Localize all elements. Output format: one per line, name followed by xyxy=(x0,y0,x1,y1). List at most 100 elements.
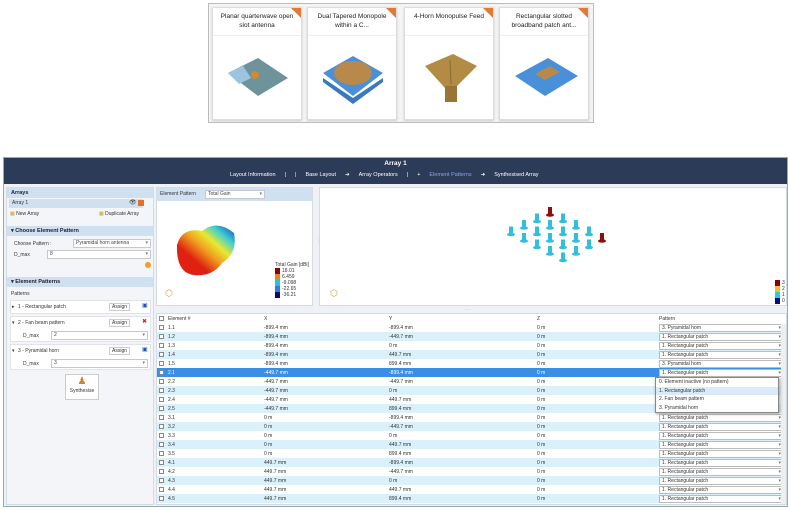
array-element-marker[interactable] xyxy=(559,226,567,237)
collapse-icon[interactable]: ▾ xyxy=(12,348,15,354)
row-checkbox[interactable] xyxy=(159,324,164,330)
table-row[interactable]: 2.12.1-449.7 mm-899.4 mm0 m1. Rectangula… xyxy=(157,368,786,377)
table-row[interactable]: 3.5 0 m 899.4 mm 0 m 1. Rectangular patch xyxy=(157,449,786,458)
row-checkbox[interactable] xyxy=(159,441,164,447)
quantity-select[interactable]: Total Gain xyxy=(205,190,265,199)
synthesise-button[interactable]: ♟ Synthesise xyxy=(65,374,99,400)
array-element-marker[interactable] xyxy=(559,213,567,224)
breadcrumb-item[interactable]: Array Operators xyxy=(359,172,398,178)
expand-icon[interactable]: ▸ xyxy=(12,304,15,310)
array-element-marker[interactable] xyxy=(572,246,580,256)
col-pattern[interactable]: Pattern xyxy=(657,314,786,323)
pattern-select[interactable]: 1. Rectangular patch xyxy=(659,413,784,422)
array-element-marker[interactable] xyxy=(546,207,554,217)
row-checkbox[interactable] xyxy=(159,477,164,483)
pattern-select[interactable]: 1. Rectangular patch xyxy=(659,449,784,458)
array-elements-plot[interactable] xyxy=(470,203,630,273)
row-checkbox[interactable] xyxy=(159,450,164,456)
row-checkbox[interactable] xyxy=(159,423,164,429)
dropdown-option[interactable]: 2. Fan beam pattern xyxy=(656,395,778,404)
assign-button[interactable]: Assign xyxy=(109,303,131,311)
pattern-select[interactable]: 1. Rectangular patch xyxy=(659,476,784,485)
gallery-card[interactable]: 4-Horn Monopulse Feed xyxy=(404,7,494,120)
row-checkbox[interactable] xyxy=(159,396,164,402)
array-element-marker[interactable] xyxy=(546,220,554,230)
breadcrumb-item[interactable]: Base Layout xyxy=(305,172,336,178)
orientation-cube-icon[interactable]: ⬡ xyxy=(330,288,338,299)
array-element-marker[interactable] xyxy=(585,226,593,237)
pattern-select[interactable]: 1. Rectangular patch xyxy=(659,368,784,377)
row-checkbox[interactable] xyxy=(159,414,164,420)
array-element-marker[interactable] xyxy=(520,220,528,230)
splitter-handle[interactable]: ····· xyxy=(464,307,471,312)
delete-icon[interactable]: ✖ xyxy=(142,318,147,325)
array-element-marker[interactable] xyxy=(598,233,606,243)
table-row[interactable]: 4.5 449.7 mm 899.4 mm 0 m 1. Rectangular pat… xyxy=(157,494,786,503)
row-checkbox[interactable] xyxy=(159,468,164,474)
array-element-marker[interactable] xyxy=(520,233,528,243)
table-row[interactable]: 1.1 -899.4 mm -899.4 mm 0 m 3. Pyramidal hor… xyxy=(157,323,786,332)
array-element-marker[interactable] xyxy=(585,239,593,250)
row-checkbox[interactable] xyxy=(159,351,164,357)
pattern-select[interactable]: 1. Rectangular patch xyxy=(659,422,784,431)
array-element-marker[interactable] xyxy=(559,252,567,263)
gallery-card[interactable]: Dual Tapered Monopole within a C... xyxy=(307,7,397,120)
row-checkbox[interactable] xyxy=(159,387,164,393)
orientation-cube-icon[interactable]: ⬡ xyxy=(165,288,173,299)
col-z[interactable]: Z xyxy=(535,314,657,323)
table-scrollbar[interactable] xyxy=(781,324,786,504)
row-checkbox[interactable] xyxy=(159,378,164,384)
table-row[interactable]: 4.3 449.7 mm 0 m0 m 1. Rectangular patch xyxy=(157,476,786,485)
table-row[interactable]: 3.1 0 m -899.4 mm 0 m 1. Rectangular patch xyxy=(157,413,786,422)
pattern-select[interactable]: 1. Rectangular patch xyxy=(659,458,784,467)
breadcrumb-item[interactable]: Synthesised Array xyxy=(494,172,538,178)
select-all-checkbox[interactable] xyxy=(159,315,164,321)
col-y[interactable]: Y xyxy=(387,314,535,323)
pattern-select[interactable]: 1. Rectangular patch xyxy=(659,350,784,359)
row-checkbox[interactable] xyxy=(159,342,164,348)
array-element-marker[interactable] xyxy=(572,233,580,243)
dropdown-option[interactable]: 0. Element inactive (no pattern) xyxy=(656,378,778,387)
pattern-item-name[interactable]: 1 - Rectangular patch xyxy=(18,304,66,310)
table-row[interactable]: 1.3 -899.4 mm 0 m 0 m 1. Rectangular patch xyxy=(157,341,786,350)
row-checkbox[interactable] xyxy=(159,333,164,339)
array-element-marker[interactable] xyxy=(572,220,580,230)
table-row[interactable]: 3.2 0 m -449.7 mm 0 m 1. Rectangular patch xyxy=(157,422,786,431)
col-element[interactable]: Element # xyxy=(157,314,262,323)
row-checkbox[interactable] xyxy=(159,369,164,375)
table-row[interactable]: 4.1 449.7 mm -899.4 mm 0 m 1. Rectangular pa… xyxy=(157,458,786,467)
pattern-select[interactable]: 1. Rectangular patch xyxy=(659,332,784,341)
row-checkbox[interactable] xyxy=(159,459,164,465)
table-row[interactable]: 1.4 -899.4 mm 449.7 mm 0 m 1. Rectangular pa… xyxy=(157,350,786,359)
pattern-select[interactable]: 1. Rectangular patch xyxy=(659,440,784,449)
table-row[interactable]: 4.2 449.7 mm -449.7 mm 0 m 1. Rectangular pa… xyxy=(157,467,786,476)
array-element-marker[interactable] xyxy=(546,233,554,243)
pattern-select[interactable]: 1. Rectangular patch xyxy=(659,494,784,503)
pattern-select[interactable]: 1. Rectangular patch xyxy=(659,467,784,476)
dmax-select[interactable]: 2 xyxy=(51,331,148,340)
table-row[interactable]: 4.4 449.7 mm 449.7 mm 0 m 1. Rectangular pat… xyxy=(157,485,786,494)
collapse-icon[interactable]: ▾ xyxy=(12,320,15,326)
pattern-select[interactable]: 3. Pyramidal horn xyxy=(659,359,784,368)
assign-button[interactable]: Assign xyxy=(109,319,131,327)
array-element-marker[interactable] xyxy=(533,213,541,224)
pattern-item-name[interactable]: 2 - Fan beam pattern xyxy=(18,320,65,326)
pattern-item-name[interactable]: 3 - Pyramidal horn xyxy=(18,348,59,354)
pattern-select[interactable]: 1. Rectangular patch xyxy=(659,485,784,494)
row-checkbox[interactable] xyxy=(159,486,164,492)
array-element-marker[interactable] xyxy=(559,239,567,250)
row-checkbox[interactable] xyxy=(159,360,164,366)
pattern-select[interactable]: 1. Rectangular patch xyxy=(659,431,784,440)
array-element-marker[interactable] xyxy=(533,226,541,237)
view-icon[interactable]: ▣ xyxy=(142,302,148,309)
assign-button[interactable]: Assign xyxy=(109,347,131,355)
array-element-marker[interactable] xyxy=(533,239,541,250)
gallery-card[interactable]: Rectangular slotted broadband patch ant.… xyxy=(499,7,589,120)
view-icon[interactable]: ▣ xyxy=(142,346,148,353)
breadcrumb-item[interactable]: Element PatternsElement Patterns xyxy=(429,172,471,178)
gain-pattern-3d-plot[interactable] xyxy=(172,215,237,285)
col-x[interactable]: X xyxy=(262,314,387,323)
row-checkbox[interactable] xyxy=(159,405,164,411)
table-row[interactable]: 3.4 0 m 449.7 mm 0 m 1. Rectangular patch xyxy=(157,440,786,449)
table-row[interactable]: 1.5 -899.4 mm 899.4 mm 0 m 3. Pyramidal horn xyxy=(157,359,786,368)
